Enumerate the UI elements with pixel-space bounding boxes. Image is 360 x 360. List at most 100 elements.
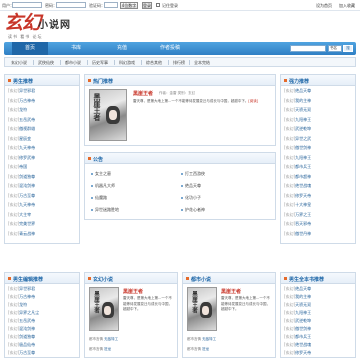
list-item[interactable]: [玄幻]武逆乾坤 xyxy=(284,318,353,326)
list-item[interactable]: [玄幻]万古神帝 xyxy=(8,294,77,302)
list-item[interactable]: [玄幻]我的主神 xyxy=(284,98,353,106)
list-item[interactable]: [玄幻]都市超神 xyxy=(284,174,353,182)
list-item[interactable]: [玄幻]星辰变 xyxy=(8,136,77,144)
list-item[interactable]: [玄幻]青云战神 xyxy=(8,231,77,239)
item-name[interactable]: 剑道独尊 xyxy=(19,174,35,179)
notice-item[interactable]: 异世迷路胜地 xyxy=(91,207,119,213)
item-name[interactable]: 异世之武 xyxy=(295,136,311,141)
notice-item[interactable]: 打工西游侠 xyxy=(181,171,205,177)
subnav-item[interactable]: 综合其他 xyxy=(146,58,162,67)
list-item[interactable]: [玄幻]修罗天帝 xyxy=(284,193,353,201)
list-item[interactable]: [玄幻]万古至尊 xyxy=(8,193,77,201)
item-name[interactable]: 九阳神王 xyxy=(295,155,311,160)
nav-recharge[interactable]: 充值 xyxy=(104,42,140,55)
list-item[interactable]: [玄幻]五岳武帝 xyxy=(8,117,77,125)
list-item[interactable]: [玄幻]都市兵王 xyxy=(284,334,353,342)
book-title[interactable]: 黑崖王者 xyxy=(123,288,143,295)
list-item[interactable]: [玄幻]修罗天帝 xyxy=(284,350,353,358)
item-name[interactable]: 傲世剑神 xyxy=(295,145,311,150)
list-item[interactable]: [玄幻]万古至尊 xyxy=(8,350,77,358)
item-name[interactable]: 完美世界 xyxy=(19,221,35,226)
notice-item[interactable]: 化功小子 xyxy=(181,195,201,201)
item-name[interactable]: 异界之凡尘 xyxy=(19,310,39,315)
password-input[interactable] xyxy=(56,2,86,8)
item-name[interactable]: 万古至尊 xyxy=(19,350,35,355)
add-favorite-link[interactable]: 加入收藏 xyxy=(339,3,355,9)
subnav-item[interactable]: 都市小说 xyxy=(65,58,81,67)
nav-home[interactable]: 首页 xyxy=(12,42,48,55)
item-name[interactable]: 十大神皇 xyxy=(295,202,311,207)
captcha-image[interactable]: 4位数字 xyxy=(120,2,138,9)
item-name[interactable]: 九天神帝 xyxy=(19,202,35,207)
book-title[interactable]: 黑崖王者 xyxy=(133,90,153,97)
list-item[interactable]: [玄幻]傲视群雄 xyxy=(8,126,77,134)
item-name[interactable]: 吞天邪帝 xyxy=(295,221,311,226)
list-item[interactable]: [玄幻]天骄无双 xyxy=(284,302,353,310)
list-item[interactable]: [玄幻]完美世界 xyxy=(8,221,77,229)
item-name[interactable]: 九阳神王 xyxy=(295,117,311,122)
book-cover-image[interactable]: 黑崖王者 xyxy=(89,287,119,331)
list-item[interactable]: [玄幻]我的主神 xyxy=(284,294,353,302)
notice-item[interactable]: 护花心者神 xyxy=(181,207,205,213)
extra-link[interactable]: 都市言情 无敌特工 xyxy=(89,337,118,342)
list-item[interactable]: [玄幻]龙符 xyxy=(8,107,77,115)
item-name[interactable]: 都市兵王 xyxy=(295,164,311,169)
list-item[interactable]: [玄幻]异世邪君 xyxy=(8,286,77,294)
item-name[interactable]: 绝世战魂 xyxy=(295,183,311,188)
notice-item[interactable]: 仙魔路 xyxy=(91,195,107,201)
list-item[interactable]: [玄幻]九阳神王 xyxy=(284,117,353,125)
list-item[interactable]: [玄幻]武逆乾坤 xyxy=(284,126,353,134)
list-item[interactable]: [玄幻]傲世剑神 xyxy=(284,326,353,334)
item-name[interactable]: 万古神帝 xyxy=(19,98,35,103)
item-name[interactable]: 天骄无双 xyxy=(295,302,311,307)
item-name[interactable]: 帝国 xyxy=(19,164,27,169)
captcha-input[interactable] xyxy=(104,2,118,8)
remember-checkbox[interactable] xyxy=(156,3,160,7)
book-title[interactable]: 黑崖王者 xyxy=(221,288,241,295)
list-item[interactable]: [玄幻]吞天邪帝 xyxy=(284,221,353,229)
subnav-item[interactable]: 武侠仙侠 xyxy=(38,58,54,67)
item-name[interactable]: 都市超神 xyxy=(295,174,311,179)
list-item[interactable]: [玄幻]混沌剑神 xyxy=(8,326,77,334)
list-item[interactable]: [玄幻]剑道独尊 xyxy=(8,174,77,182)
nav-library[interactable]: 书库 xyxy=(58,42,94,55)
list-item[interactable]: [玄幻]九阳神王 xyxy=(284,155,353,163)
list-item[interactable]: [玄幻]傲世丹神 xyxy=(284,231,353,239)
nav-submit[interactable]: 作者投稿 xyxy=(150,42,190,55)
login-button[interactable]: 登录 xyxy=(142,2,152,9)
item-name[interactable]: 大主宰 xyxy=(19,212,31,217)
item-name[interactable]: 武逆乾坤 xyxy=(295,318,311,323)
item-name[interactable]: 我的主神 xyxy=(295,294,311,299)
item-name[interactable]: 万界之王 xyxy=(295,212,311,217)
item-name[interactable]: 傲视群雄 xyxy=(19,126,35,131)
notice-item[interactable]: 机器凡大师 xyxy=(91,183,115,189)
book-cover-image[interactable]: 黑崖王者 xyxy=(187,287,217,331)
item-name[interactable]: 混沌剑神 xyxy=(19,326,35,331)
item-name[interactable]: 剑道独尊 xyxy=(19,334,35,339)
item-name[interactable]: 五岳武帝 xyxy=(19,318,35,323)
site-logo[interactable]: 玄幻 小说网 读书 看书 论坛 xyxy=(4,12,124,40)
search-button[interactable]: 搜 xyxy=(343,45,353,52)
item-name[interactable]: 万古至尊 xyxy=(19,193,35,198)
list-item[interactable]: [玄幻]九阳神王 xyxy=(284,310,353,318)
subnav-item[interactable]: 科幻游戏 xyxy=(119,58,135,67)
item-name[interactable]: 天骄无双 xyxy=(295,107,311,112)
list-item[interactable]: [玄幻]绝世战魂 xyxy=(284,183,353,191)
item-name[interactable]: 异世邪君 xyxy=(19,88,35,93)
book-cover-image[interactable]: 黑崖王者 xyxy=(89,89,127,141)
search-type-select[interactable]: 书名 xyxy=(328,45,342,52)
read-more-link[interactable]: [阅读] xyxy=(248,99,258,103)
item-name[interactable]: 武逆乾坤 xyxy=(295,126,311,131)
list-item[interactable]: [玄幻]绝品天尊 xyxy=(284,286,353,294)
item-name[interactable]: 傲世剑神 xyxy=(295,326,311,331)
list-item[interactable]: [玄幻]龙符 xyxy=(8,302,77,310)
list-item[interactable]: [玄幻]异界之凡尘 xyxy=(8,310,77,318)
subnav-item[interactable]: 全本完结 xyxy=(194,58,210,67)
list-item[interactable]: [玄幻]大主宰 xyxy=(8,212,77,220)
item-name[interactable]: 修罗武神 xyxy=(19,155,35,160)
extra-link[interactable]: 都市言情 狂龙 xyxy=(89,347,111,352)
item-name[interactable]: 龙符 xyxy=(19,302,27,307)
item-name[interactable]: 万古神帝 xyxy=(19,294,35,299)
item-name[interactable]: 异世邪君 xyxy=(19,286,35,291)
item-name[interactable]: 都市兵王 xyxy=(295,334,311,339)
